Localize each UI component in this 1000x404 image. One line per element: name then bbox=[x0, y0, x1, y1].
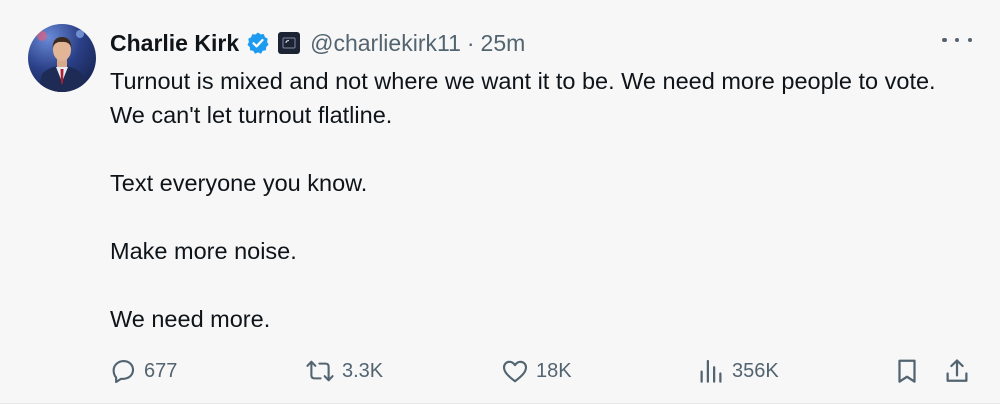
affiliation-badge-icon[interactable] bbox=[278, 32, 301, 54]
share-icon bbox=[942, 356, 972, 386]
tweet-paragraph: We need more. bbox=[110, 306, 271, 332]
action-bar: 677 3.3K 18K 356K bbox=[108, 351, 978, 391]
tweet[interactable]: Charlie Kirk @charliekirk11 · 25m Turnou… bbox=[0, 0, 1000, 404]
separator-dot: · bbox=[466, 29, 475, 56]
tweet-paragraph: Text everyone you know. bbox=[110, 170, 368, 196]
like-button[interactable]: 18K bbox=[500, 351, 572, 391]
reply-icon bbox=[108, 356, 138, 386]
repost-icon bbox=[304, 356, 336, 386]
bookmark-button[interactable] bbox=[892, 351, 922, 391]
tweet-paragraph: Make more noise. bbox=[110, 238, 297, 264]
reply-count: 677 bbox=[144, 359, 178, 382]
like-count: 18K bbox=[536, 359, 572, 382]
verified-badge-icon[interactable] bbox=[246, 31, 270, 55]
views-icon bbox=[696, 356, 726, 386]
views-count: 356K bbox=[732, 359, 779, 382]
share-button[interactable] bbox=[942, 351, 972, 391]
author-handle[interactable]: @charliekirk11 bbox=[310, 30, 461, 57]
tweet-text: Turnout is mixed and not where we want i… bbox=[110, 64, 970, 336]
heart-icon bbox=[500, 356, 530, 386]
author-name[interactable]: Charlie Kirk bbox=[110, 30, 239, 57]
tweet-header: Charlie Kirk @charliekirk11 · 25m bbox=[110, 26, 525, 60]
reply-button[interactable]: 677 bbox=[108, 351, 177, 391]
repost-count: 3.3K bbox=[342, 359, 384, 382]
repost-button[interactable]: 3.3K bbox=[304, 351, 383, 391]
tweet-paragraph: Turnout is mixed and not where we want i… bbox=[110, 68, 936, 128]
avatar[interactable] bbox=[28, 24, 96, 92]
more-options-icon[interactable] bbox=[942, 30, 972, 50]
timestamp[interactable]: 25m bbox=[481, 30, 526, 57]
views-button[interactable]: 356K bbox=[696, 351, 779, 391]
bookmark-icon bbox=[892, 356, 922, 386]
